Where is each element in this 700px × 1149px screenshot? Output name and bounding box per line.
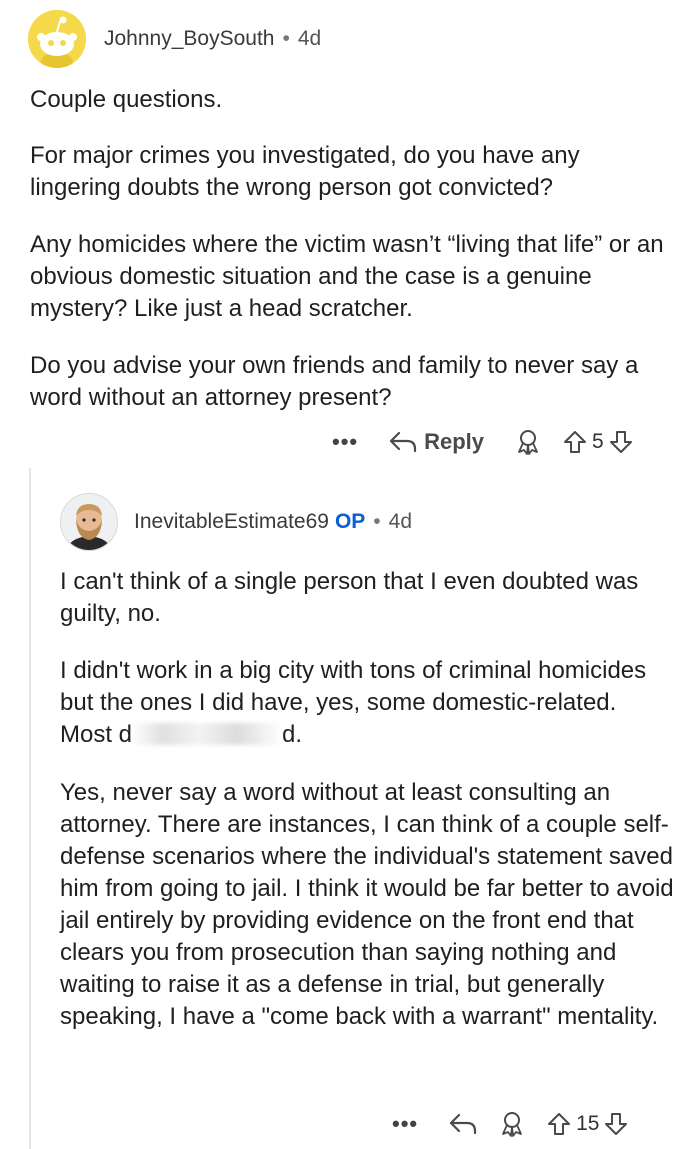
- op-badge: OP: [334, 510, 366, 533]
- award-icon: [502, 1112, 523, 1137]
- reply-button[interactable]: Reply: [388, 429, 484, 455]
- comment-paragraph: Yes, never say a word without at least c…: [60, 779, 674, 1030]
- author-username[interactable]: InevitableEstimate69: [134, 510, 329, 533]
- more-icon[interactable]: •••: [332, 429, 358, 455]
- upvote-button[interactable]: [562, 429, 588, 455]
- comment-age: 4d: [297, 27, 322, 50]
- comment-paragraph: I can't think of a single person that I …: [60, 568, 639, 627]
- upvote-button[interactable]: [546, 1111, 572, 1137]
- upvote-icon: [548, 1113, 571, 1135]
- comment-actions: ••• 15: [392, 1110, 629, 1138]
- thread-line[interactable]: [29, 468, 31, 1149]
- author-line: InevitableEstimate69 OP • 4d: [134, 510, 412, 534]
- author-username[interactable]: Johnny_BoySouth: [104, 27, 274, 50]
- comment-paragraph: I didn't work in a big city with tons of…: [60, 655, 660, 751]
- author-line: Johnny_BoySouth • 4d: [104, 27, 321, 51]
- vote-count: 5: [592, 430, 604, 453]
- comment-paragraph: For major crimes you investigated, do yo…: [30, 142, 580, 201]
- downvote-icon: [609, 431, 632, 453]
- separator-dot: •: [282, 27, 290, 50]
- comment-text: d.: [282, 721, 303, 748]
- bearded-man-avatar-icon: [61, 494, 117, 550]
- comment-paragraph: Any homicides where the victim wasn’t “l…: [30, 231, 664, 322]
- upvote-icon: [564, 431, 587, 453]
- vote-count: 15: [576, 1112, 600, 1135]
- comment-actions: ••• Reply 5: [332, 428, 634, 456]
- reply-label: Reply: [424, 429, 485, 454]
- award-button[interactable]: [514, 428, 542, 456]
- comment-paragraph: Couple questions.: [30, 86, 223, 113]
- more-icon[interactable]: •••: [392, 1111, 418, 1137]
- downvote-button[interactable]: [603, 1111, 629, 1137]
- comment-paragraph: Do you advise your own friends and famil…: [30, 352, 639, 411]
- award-button[interactable]: [498, 1110, 526, 1138]
- comment-age: 4d: [388, 510, 413, 533]
- award-icon: [518, 430, 538, 455]
- avatar[interactable]: [28, 10, 86, 68]
- downvote-icon: [605, 1113, 628, 1135]
- reply-button[interactable]: [448, 1112, 478, 1136]
- downvote-button[interactable]: [608, 429, 634, 455]
- separator-dot: •: [373, 510, 381, 533]
- snoo-icon: [28, 10, 86, 68]
- reply-arrow-icon: [390, 431, 417, 453]
- avatar[interactable]: [60, 493, 118, 551]
- reply-arrow-icon: [450, 1113, 477, 1135]
- redacted-text: [132, 723, 283, 745]
